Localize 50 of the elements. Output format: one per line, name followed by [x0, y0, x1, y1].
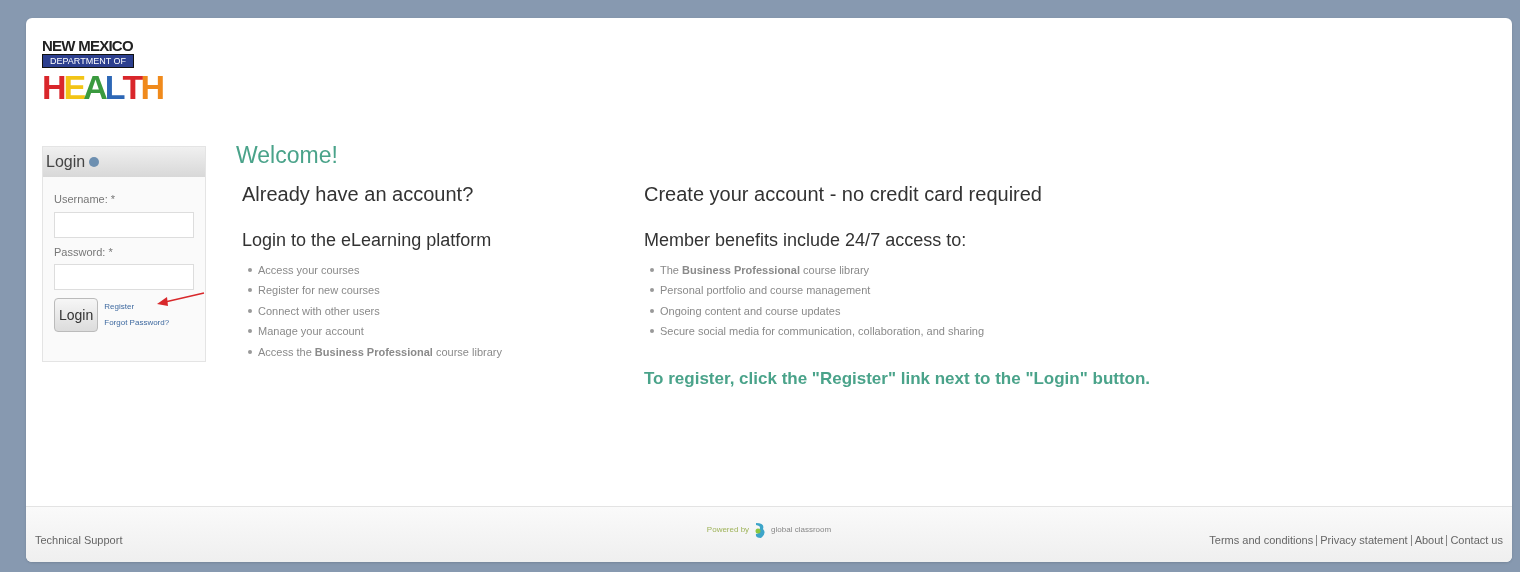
login-title: Login — [46, 152, 86, 172]
column-subheading: Login to the eLearning platform — [242, 228, 493, 252]
logo-letter: A — [83, 68, 105, 106]
bullet-icon — [248, 308, 252, 313]
bullet-icon — [248, 267, 252, 272]
list-item-text: Register for new courses — [258, 283, 380, 298]
footer-link[interactable]: Contact us — [1450, 532, 1503, 549]
bullet-icon — [650, 288, 654, 293]
list-item-text: The Business Professional course library — [660, 262, 870, 278]
logo-band: DEPARTMENT OF — [42, 54, 134, 68]
list-item-text: Connect with other users — [258, 303, 380, 319]
logo-letter: H — [42, 68, 64, 106]
annotation-arrow — [155, 291, 205, 307]
info-icon — [89, 157, 100, 167]
field-label: Password: * — [54, 244, 114, 260]
column-heading: Already have an account? — [242, 181, 475, 207]
bullet-icon — [650, 329, 654, 334]
bullet-icon — [248, 288, 252, 293]
text-link[interactable]: Register — [104, 301, 135, 313]
bullet-icon — [650, 267, 654, 272]
footer-link[interactable]: About — [1414, 532, 1444, 549]
list-item-text: Personal portfolio and course management — [660, 283, 871, 298]
bullet-icon — [650, 308, 654, 313]
welcome-heading: Welcome! — [236, 141, 339, 170]
powered-by-text: Powered by — [706, 523, 750, 536]
list-item-text: Access your courses — [258, 262, 360, 278]
field-label: Username: * — [54, 192, 117, 207]
list-item-text: Ongoing content and course updates — [660, 303, 841, 319]
footer-link[interactable]: Privacy statement — [1320, 532, 1408, 549]
list-item-text: Access the Business Professional course library — [258, 344, 502, 360]
column-subheading: Member benefits include 24/7 access to: — [644, 228, 968, 252]
list-item-text: Secure social media for communication, collaboration, and sharing — [660, 324, 985, 339]
brand-text: global classroom — [771, 523, 832, 536]
globe-logo-icon — [753, 520, 768, 539]
list-item-text: Manage your account — [258, 324, 364, 339]
footer-link[interactable]: Technical Support — [35, 532, 515, 549]
logo-letter: H — [140, 68, 162, 106]
logo-title: NEW MEXICO — [42, 38, 133, 54]
bullet-icon — [248, 349, 252, 354]
login-button[interactable]: Login — [54, 298, 99, 332]
input-field[interactable] — [54, 264, 194, 290]
logo-letter: E — [63, 68, 84, 106]
footer-link[interactable]: Terms and conditions — [1209, 532, 1314, 549]
logo-letter: T — [122, 68, 141, 106]
input-field[interactable] — [54, 211, 194, 238]
logo-letter: L — [104, 68, 123, 106]
text-link[interactable]: Forgot Password? — [104, 317, 170, 329]
bullet-icon — [248, 329, 252, 334]
register-note: To register, click the "Register" link next to the "Login" button. — [644, 367, 1152, 390]
column-heading: Create your account - no credit card required — [644, 181, 1043, 207]
